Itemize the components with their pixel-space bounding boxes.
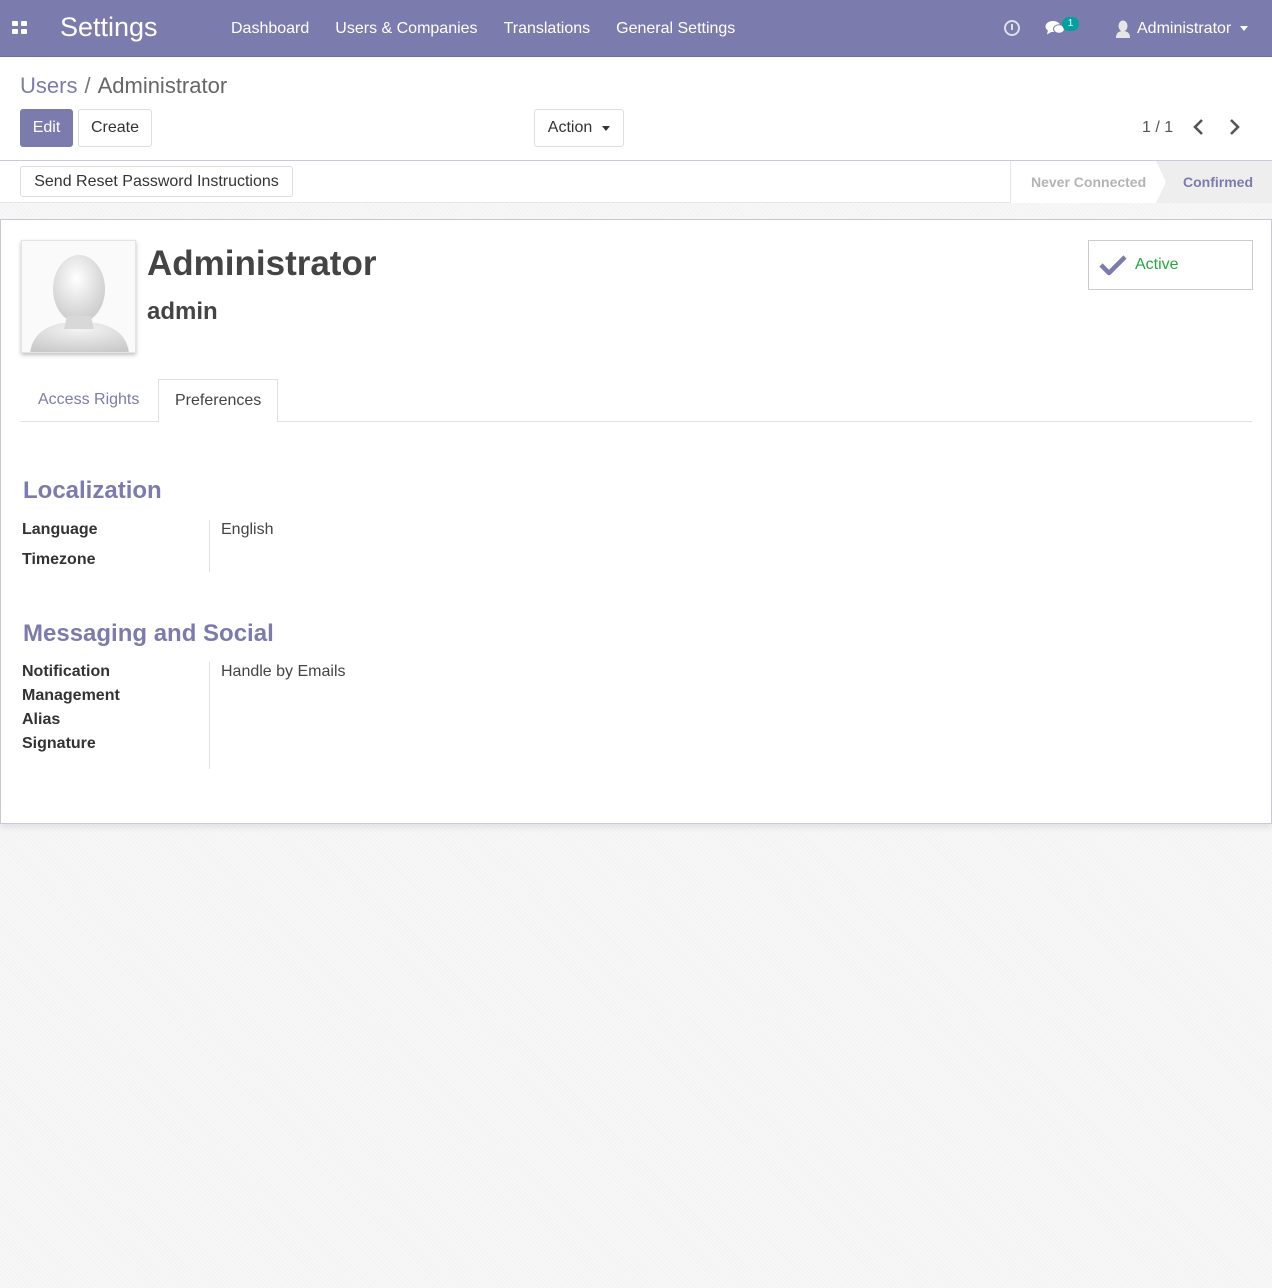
tab-access-rights[interactable]: Access Rights (22, 379, 156, 422)
field-label-signature: Signature (22, 735, 96, 752)
main-menu: Dashboard Users & Companies Translations… (231, 0, 761, 57)
menu-general-settings[interactable]: General Settings (616, 20, 735, 38)
field-label-language: Language (22, 521, 98, 538)
check-icon (1099, 255, 1127, 276)
field-separator (209, 520, 210, 572)
breadcrumb-current: Administrator (97, 73, 228, 98)
form-sheet: Administrator admin Active Access Rights… (0, 219, 1272, 824)
menu-dashboard[interactable]: Dashboard (231, 20, 309, 38)
field-separator (209, 662, 210, 769)
status-steps: Never Connected Confirmed (1010, 161, 1272, 203)
top-navbar: Settings Dashboard Users & Companies Tra… (0, 0, 1272, 57)
field-label-timezone: Timezone (22, 551, 96, 568)
menu-translations[interactable]: Translations (504, 20, 591, 38)
field-value-language: English (221, 521, 274, 538)
user-photo[interactable] (21, 240, 136, 353)
chat-counter-badge: 1 (1062, 17, 1079, 31)
user-name-title: Administrator (147, 244, 377, 283)
chevron-left-icon[interactable] (1191, 118, 1207, 136)
breadcrumb: Users / Administrator (20, 73, 227, 99)
field-label-notification: Notification (22, 663, 110, 680)
activity-clock-icon[interactable] (1004, 20, 1020, 36)
chevron-down-icon (1240, 26, 1249, 31)
section-messaging-title: Messaging and Social (23, 620, 274, 647)
user-menu[interactable]: Administrator (1116, 0, 1249, 57)
edit-button[interactable]: Edit (20, 109, 73, 147)
user-name: Administrator (1137, 19, 1232, 37)
create-button[interactable]: Create (78, 109, 152, 147)
apps-menu-icon[interactable] (12, 21, 27, 34)
tab-preferences[interactable]: Preferences (158, 379, 279, 423)
breadcrumb-users[interactable]: Users (20, 73, 77, 98)
action-label: Action (547, 119, 593, 136)
user-avatar-icon (1116, 20, 1130, 38)
notebook-tabs: Access Rights Preferences (21, 379, 1252, 423)
section-localization-title: Localization (23, 477, 162, 504)
status-never-connected: Never Connected (1010, 161, 1166, 203)
avatar-placeholder-icon (30, 255, 129, 352)
breadcrumb-separator: / (84, 73, 91, 98)
send-reset-password-button[interactable]: Send Reset Password Instructions (20, 166, 293, 197)
field-label-alias: Alias (22, 711, 61, 728)
user-login: admin (147, 298, 218, 325)
chevron-right-icon[interactable] (1226, 118, 1242, 136)
active-label: Active (1135, 256, 1179, 273)
pager-value[interactable]: 1 / 1 (1142, 119, 1173, 137)
chevron-down-icon (602, 125, 611, 131)
control-panel: Users / Administrator Edit Create Action 1… (0, 57, 1272, 161)
status-confirmed: Confirmed (1156, 161, 1272, 203)
menu-users-companies[interactable]: Users & Companies (335, 20, 477, 38)
action-dropdown-button[interactable]: Action (534, 109, 624, 147)
field-label-management: Management (22, 687, 120, 704)
active-toggle-button[interactable]: Active (1088, 240, 1253, 290)
field-value-notification: Handle by Emails (221, 663, 346, 680)
app-title: Settings (60, 12, 158, 42)
status-bar: Send Reset Password Instructions Never C… (0, 161, 1272, 203)
